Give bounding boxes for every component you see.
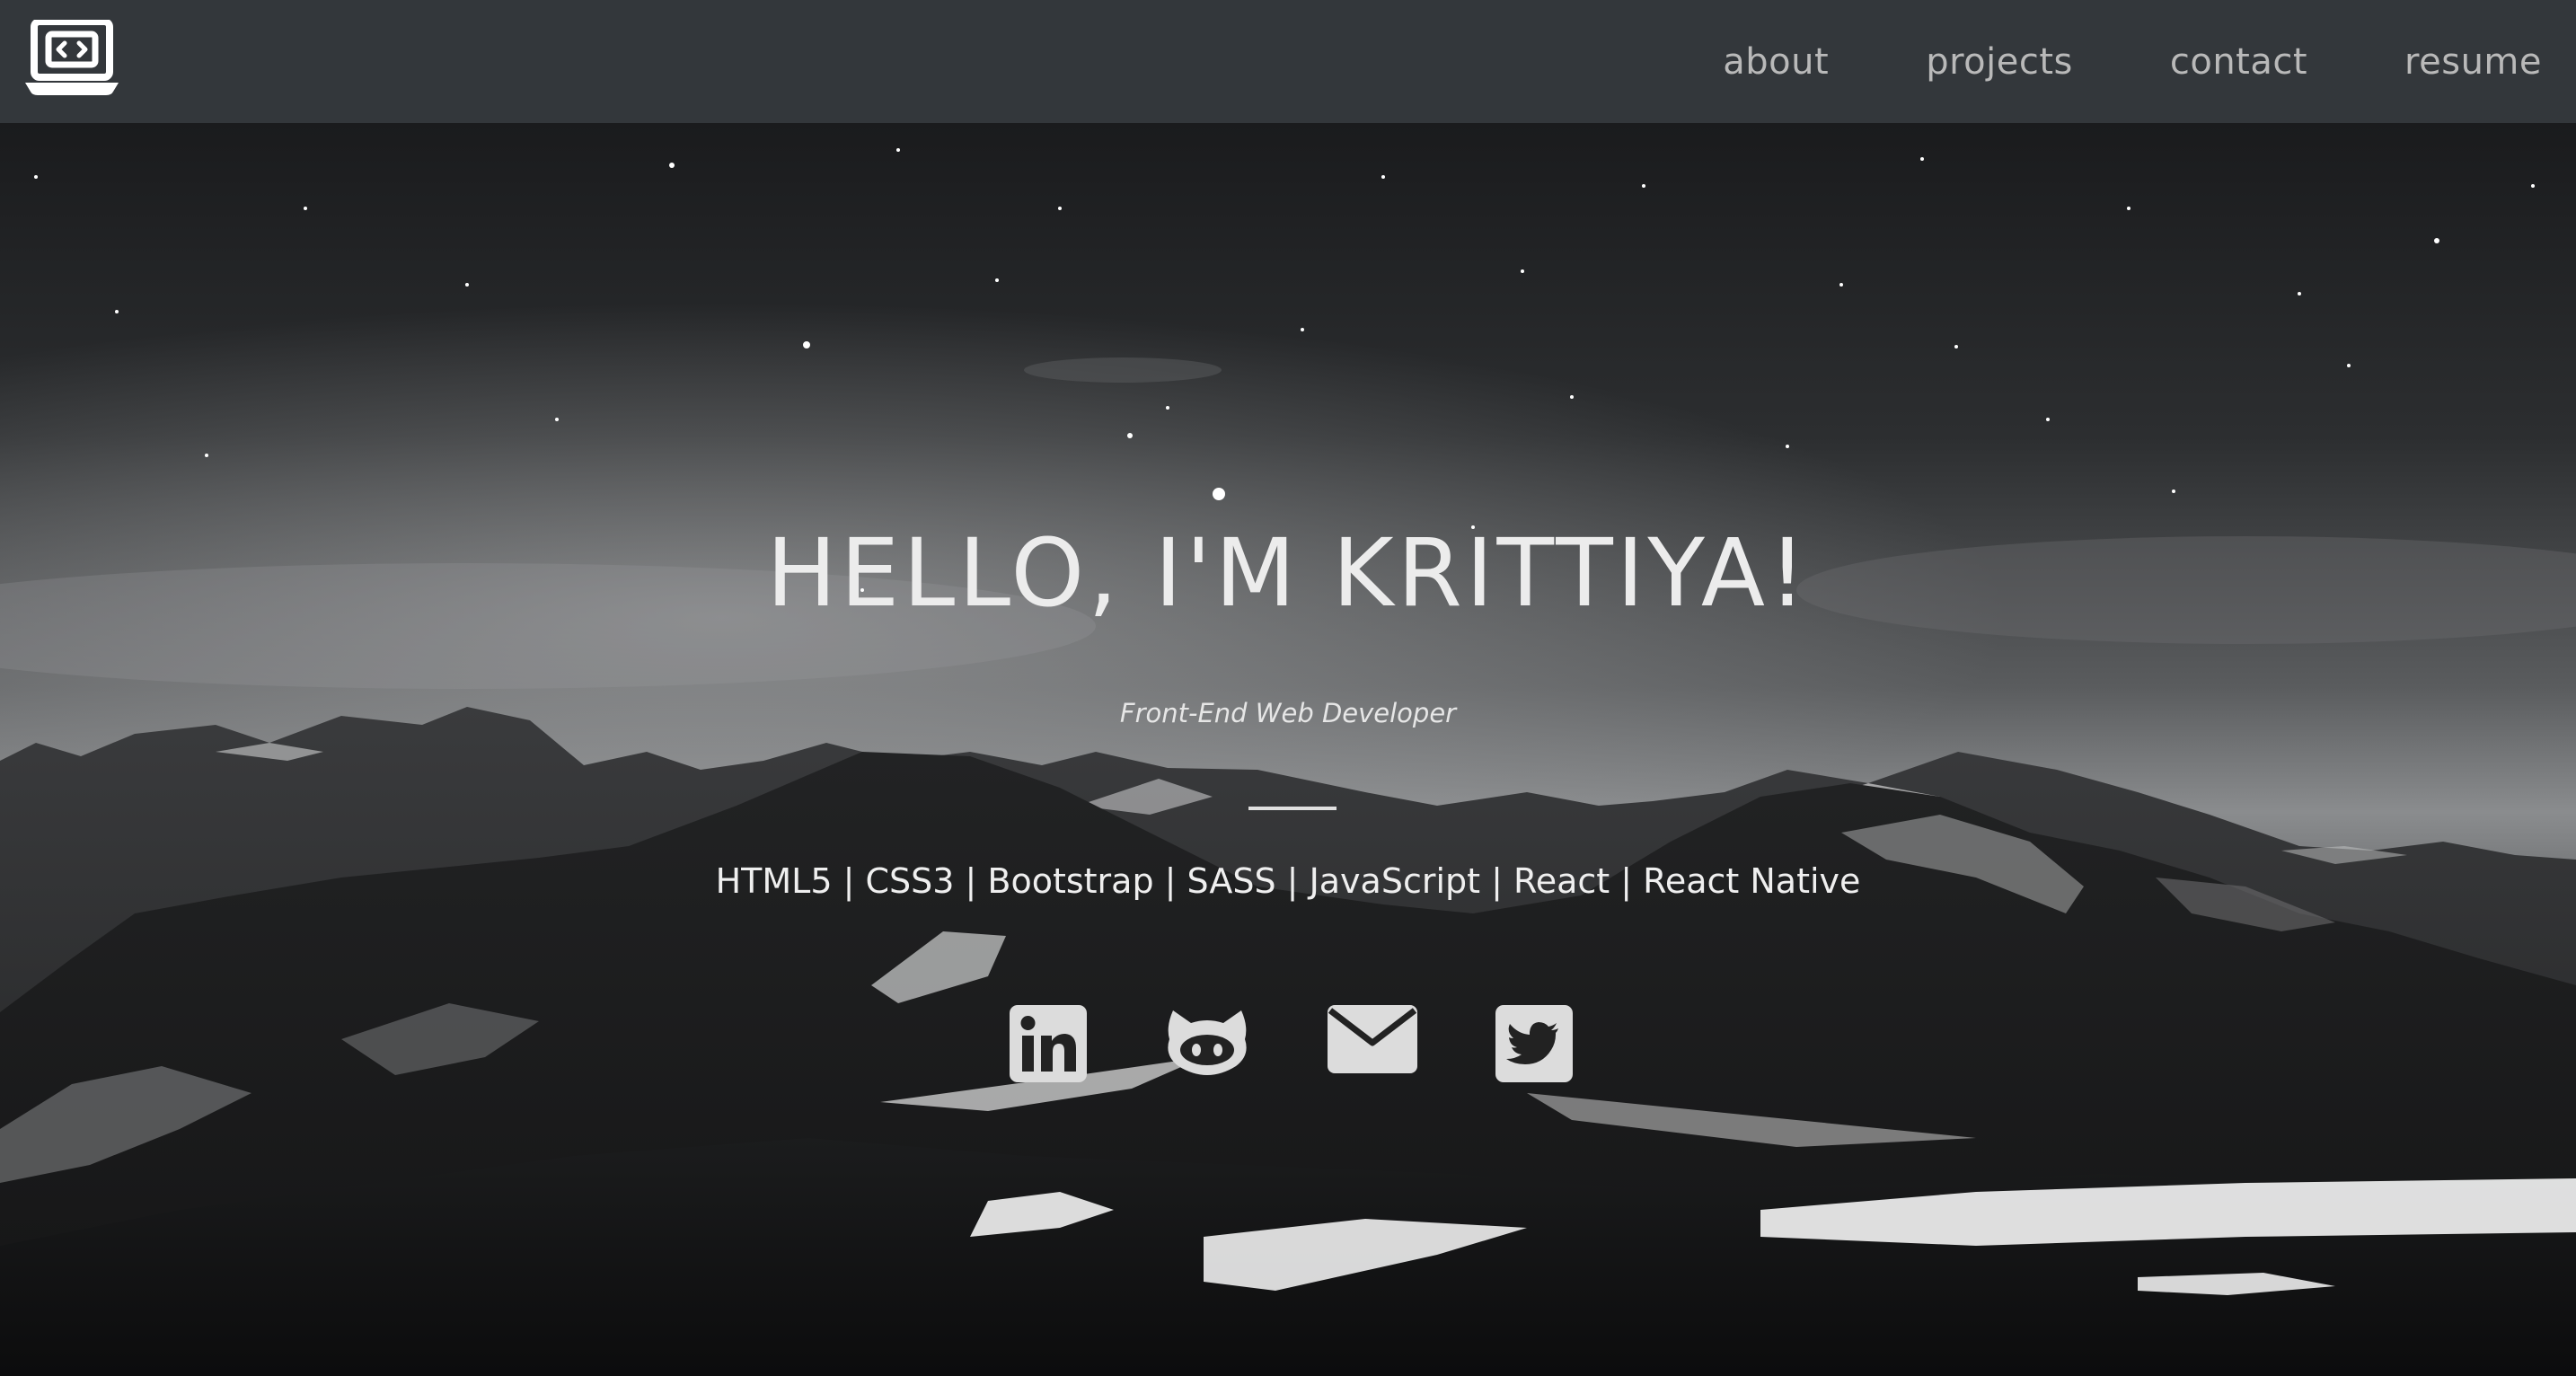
social-links: [0, 1003, 2576, 1093]
hero-skills: HTML5 | CSS3 | Bootstrap | SASS | JavaSc…: [715, 861, 1861, 901]
laptop-code-icon[interactable]: [25, 18, 119, 97]
nav-link-contact[interactable]: contact: [2170, 41, 2307, 83]
email-icon[interactable]: [1327, 1003, 1417, 1093]
page: about projects contact resume HELLO, I'M…: [0, 0, 2576, 1376]
nav-link-about[interactable]: about: [1723, 41, 1829, 83]
hero-section: HELLO, I'M KRITTIYA! Front-End Web Devel…: [0, 123, 2576, 1376]
nav-links: about projects contact resume: [1723, 0, 2542, 123]
nav-link-projects[interactable]: projects: [1926, 41, 2073, 83]
hero-content: HELLO, I'M KRITTIYA! Front-End Web Devel…: [0, 123, 2576, 1376]
linkedin-icon[interactable]: [1008, 1003, 1098, 1093]
hero-divider: [1248, 807, 1337, 810]
navbar: about projects contact resume: [0, 0, 2576, 123]
hero-title: HELLO, I'M KRITTIYA!: [766, 518, 1810, 628]
twitter-icon[interactable]: [1494, 1003, 1584, 1093]
nav-link-resume[interactable]: resume: [2404, 41, 2542, 83]
hero-subtitle: Front-End Web Developer: [1119, 698, 1457, 728]
github-icon[interactable]: [1164, 1003, 1254, 1093]
